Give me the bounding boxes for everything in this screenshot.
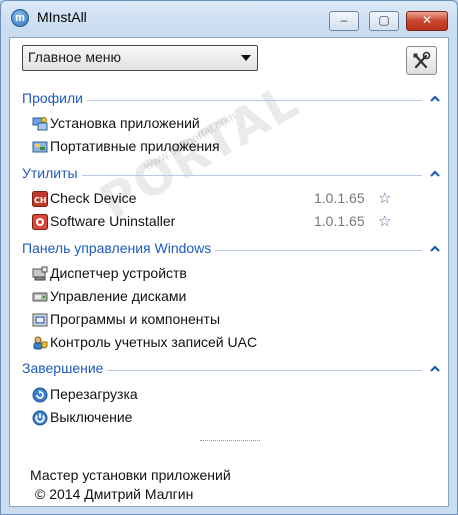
control-item-uac[interactable]: Контроль учетных записей UAC [32, 333, 432, 353]
section-profiles[interactable]: Профили [22, 90, 440, 110]
settings-tools-button[interactable] [406, 46, 437, 75]
title-bar[interactable]: m MInstAll – ▢ ✕ [1, 1, 457, 33]
footer-copyright: © 2014 Дмитрий Малгин [35, 486, 194, 502]
maximize-button[interactable]: ▢ [369, 11, 399, 31]
close-button[interactable]: ✕ [406, 11, 448, 31]
section-title: Профили [22, 90, 87, 106]
footer-app-description: Мастер установки приложений [30, 467, 231, 483]
item-label: Контроль учетных записей UAC [50, 334, 258, 350]
control-item-programs[interactable]: Программы и компоненты [32, 310, 432, 330]
device-manager-icon [32, 266, 48, 281]
section-utilities[interactable]: Утилиты [22, 165, 440, 185]
app-window: m MInstAll – ▢ ✕ PORTAL www.softportal.c… [0, 0, 458, 515]
shutdown-item-restart[interactable]: Перезагрузка [32, 385, 432, 405]
section-title: Утилиты [22, 165, 82, 181]
item-label: Установка приложений [50, 115, 200, 131]
resize-grip-divider[interactable] [200, 440, 260, 441]
utility-item-uninstaller[interactable]: Software Uninstaller 1.0.1.65 ☆ [32, 212, 432, 232]
shutdown-item-poweroff[interactable]: Выключение [32, 408, 432, 428]
main-menu-value: Главное меню [28, 49, 122, 65]
tools-icon [413, 51, 431, 69]
collapse-chevron-icon[interactable] [430, 94, 440, 104]
main-panel: PORTAL www.softportal.com Главное меню П… [9, 37, 449, 507]
version-label: 1.0.1.65 [314, 213, 365, 229]
section-divider [22, 175, 422, 176]
profile-item-portable[interactable]: Портативные приложения [32, 137, 432, 157]
window-title: MInstAll [37, 9, 87, 25]
version-label: 1.0.1.65 [314, 190, 365, 206]
collapse-chevron-icon[interactable] [430, 244, 440, 254]
collapse-chevron-icon[interactable] [430, 364, 440, 374]
restart-icon [32, 387, 48, 403]
item-label: Управление дисками [50, 288, 187, 304]
profile-item-install[interactable]: Установка приложений [32, 114, 432, 134]
item-label: Программы и компоненты [50, 311, 221, 327]
section-shutdown[interactable]: Завершение [22, 360, 440, 380]
install-apps-icon [32, 117, 48, 131]
portable-apps-icon [32, 141, 48, 153]
item-label: Диспетчер устройств [50, 265, 187, 281]
shutdown-icon [32, 410, 48, 426]
uac-icon [33, 336, 48, 350]
section-title: Завершение [22, 360, 108, 376]
disk-management-icon [32, 292, 48, 302]
collapse-chevron-icon[interactable] [430, 169, 440, 179]
favorite-star-icon[interactable]: ☆ [378, 189, 391, 207]
programs-features-icon [32, 313, 48, 327]
minimize-button[interactable]: – [329, 11, 359, 31]
app-logo-icon: m [11, 9, 29, 27]
item-label: Выключение [50, 409, 133, 425]
utility-item-check-device[interactable]: CH Check Device 1.0.1.65 ☆ [32, 189, 432, 209]
item-label: Software Uninstaller [50, 213, 176, 229]
svg-text:CH: CH [34, 196, 47, 205]
section-title: Панель управления Windows [22, 240, 216, 256]
control-item-disk-management[interactable]: Управление дисками [32, 287, 432, 307]
item-label: Check Device [50, 190, 137, 206]
check-device-icon: CH [32, 191, 48, 207]
control-item-device-manager[interactable]: Диспетчер устройств [32, 264, 432, 284]
favorite-star-icon[interactable]: ☆ [378, 212, 391, 230]
item-label: Перезагрузка [50, 386, 138, 402]
item-label: Портативные приложения [50, 138, 220, 154]
uninstaller-icon [32, 214, 48, 230]
dropdown-arrow-icon [241, 55, 251, 61]
main-menu-dropdown[interactable]: Главное меню [22, 45, 258, 71]
section-control-panel[interactable]: Панель управления Windows [22, 240, 440, 260]
